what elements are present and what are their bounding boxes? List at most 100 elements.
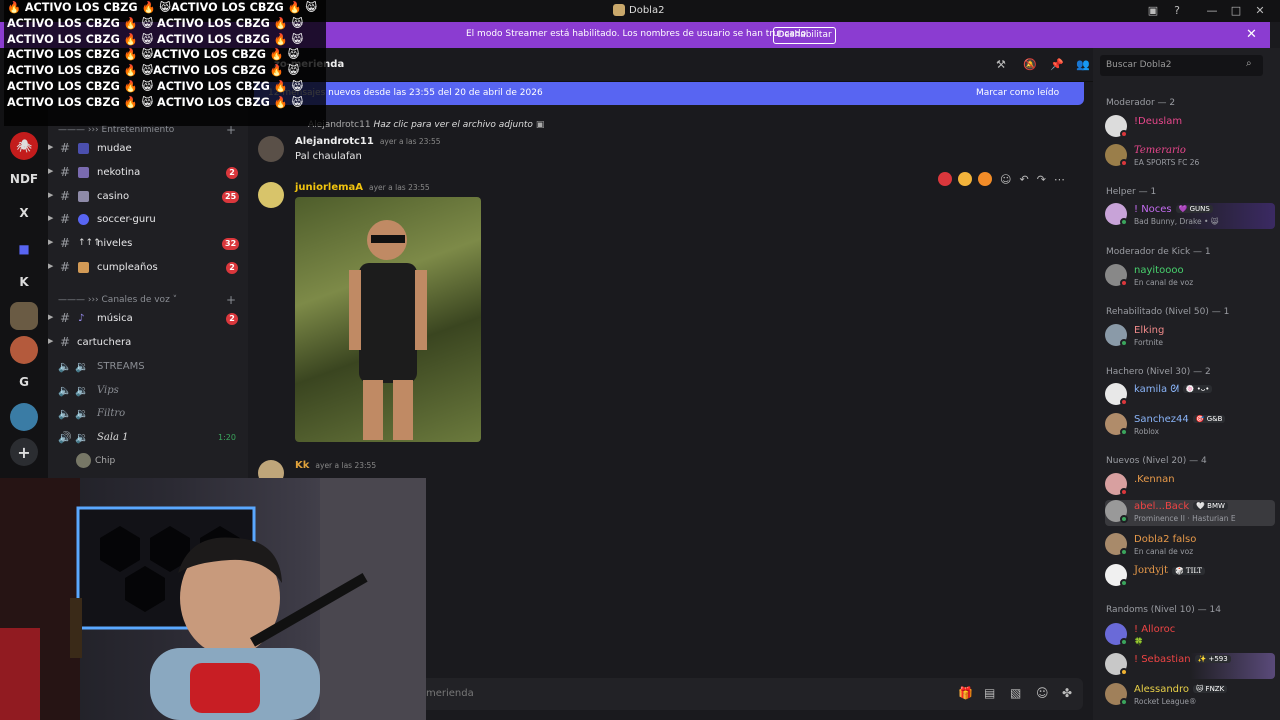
add-reaction-icon[interactable]: ☺ xyxy=(1000,173,1011,186)
pin-icon[interactable]: 📌 xyxy=(1050,58,1064,71)
heart-reaction-icon[interactable] xyxy=(938,172,952,186)
message-author[interactable]: juniorlemaA ayer a las 23:55 xyxy=(295,182,430,193)
channel-label: casino xyxy=(97,191,130,202)
channel-label: cartuchera xyxy=(77,337,132,348)
voice-channel-label: Filtro xyxy=(97,408,126,419)
sticker-icon[interactable]: ▧ xyxy=(1010,686,1021,700)
unread-badge: 2 xyxy=(226,262,238,274)
close-banner-icon[interactable]: ✕ xyxy=(1246,27,1257,42)
group-heading: Helper — 1 xyxy=(1106,187,1157,197)
hash-icon: # xyxy=(60,212,71,226)
timestamp: ayer a las 23:55 xyxy=(379,137,441,146)
member-item[interactable]: Temerario EA SPORTS FC 26 xyxy=(1105,144,1265,170)
more-icon[interactable]: ⋯ xyxy=(1054,173,1065,186)
member-item[interactable]: ! Alloroc 🍀 xyxy=(1105,623,1265,649)
server-avatar-2[interactable] xyxy=(10,336,38,364)
voice-channel-sala-1[interactable]: 🔊 🔉 Sala 1 1:20 xyxy=(48,428,248,448)
member-item[interactable]: Dobla2 falso En canal de voz xyxy=(1105,533,1265,559)
member-tag: 💜 GUNS xyxy=(1175,205,1213,213)
channel-mudae[interactable]: ▶ # mudae xyxy=(48,139,248,159)
voice-user[interactable]: Chip xyxy=(76,453,115,468)
folder-icon[interactable]: ■ xyxy=(10,235,38,263)
author-name: Alejandrotc11 xyxy=(295,136,374,147)
reaction-bar xyxy=(938,172,992,186)
threads-icon[interactable]: ⚒ xyxy=(996,58,1006,71)
channel-soccer-guru[interactable]: ▶ # soccer-guru xyxy=(48,210,248,230)
help-icon[interactable]: ? xyxy=(1170,4,1184,18)
window-title-text: Dobla2 xyxy=(629,4,665,16)
channel-cartuchera[interactable]: ▶ # cartuchera xyxy=(48,333,248,353)
pleading-reaction-icon[interactable] xyxy=(958,172,972,186)
timestamp: ayer a las 23:55 xyxy=(315,461,377,470)
server-x-label: X xyxy=(19,206,29,220)
forward-icon[interactable]: ↷ xyxy=(1037,173,1046,186)
close-window-icon[interactable]: ✕ xyxy=(1253,4,1267,18)
server-spider-icon[interactable]: 🕷 xyxy=(10,132,38,160)
member-item[interactable]: kamila ᘛ 🍥 •ᴗ• xyxy=(1105,383,1265,409)
member-item[interactable]: Alessandro 🐱 FNZK Rocket League® xyxy=(1105,683,1265,709)
maximize-icon[interactable]: □ xyxy=(1229,4,1243,18)
message-author[interactable]: Alejandrotc11 ayer a las 23:55 xyxy=(295,136,441,147)
group-heading: Nuevos (Nivel 20) — 4 xyxy=(1106,456,1207,466)
member-item[interactable]: nayitoooo En canal de voz xyxy=(1105,264,1265,290)
server-ndf[interactable]: NDF xyxy=(10,165,38,193)
search-input[interactable]: Buscar Dobla2 ⌕ xyxy=(1100,55,1263,76)
channel-casino[interactable]: ▶ # casino 25 xyxy=(48,187,248,207)
minimize-icon[interactable]: — xyxy=(1205,4,1219,18)
server-k[interactable]: K xyxy=(10,268,38,296)
reply-icon[interactable]: ↶ xyxy=(1019,173,1028,186)
category-voice[interactable]: ——— ››› Canales de voz ˅ + xyxy=(58,293,236,307)
new-messages-bar[interactable]: 12 mensajes nuevos desde las 23:55 del 2… xyxy=(254,82,1084,105)
channel-musica[interactable]: ▶ # ♪ música 2 xyxy=(48,309,248,329)
speaker-icon: 🔈 🔉 xyxy=(58,360,89,373)
hash-icon: # xyxy=(60,141,71,155)
add-server-icon[interactable]: + xyxy=(10,438,38,466)
message-author[interactable]: Kk ayer a las 23:55 xyxy=(295,460,376,471)
apps-icon[interactable]: ✤ xyxy=(1062,686,1072,700)
member-item[interactable]: abel...Back 🤍 BMW Prominence II · Hasturi… xyxy=(1105,500,1275,526)
channel-header: zo-merienda ⚒ 🔕 📌 👥 xyxy=(248,48,1093,82)
member-item[interactable]: Elking Fortnite xyxy=(1105,324,1265,350)
category-entertainment[interactable]: ——— ››› Entretenimiento + xyxy=(58,123,236,137)
member-item[interactable]: Jordyjt 🎲 TILT xyxy=(1105,564,1265,590)
avatar[interactable] xyxy=(258,136,284,162)
status-dnd-icon xyxy=(1120,130,1128,138)
server-x[interactable]: X xyxy=(10,199,38,227)
ball-icon xyxy=(78,214,89,225)
inbox-icon[interactable]: ▣ xyxy=(1146,4,1160,18)
status-online-icon xyxy=(1120,428,1128,436)
channel-cumpleanos[interactable]: ▶ # cumpleaños 2 xyxy=(48,258,248,278)
member-item[interactable]: ! Sebastian ✨ +593 xyxy=(1105,653,1275,679)
reply-preview[interactable]: Alejandrotc11 Haz clic para ver el archi… xyxy=(308,120,544,130)
avatar[interactable] xyxy=(258,182,284,208)
server-g-label: G xyxy=(19,375,29,389)
member-item[interactable]: Sanchez44 🎯 G&B Roblox xyxy=(1105,413,1265,439)
server-avatar-1[interactable] xyxy=(10,302,38,330)
game-icon xyxy=(78,143,89,154)
speaker-icon: 🔊 🔉 xyxy=(58,431,89,444)
mute-icon[interactable]: 🔕 xyxy=(1023,58,1037,71)
category-voice-label: ——— ››› Canales de voz ˅ xyxy=(58,295,178,305)
gift-icon[interactable]: 🎁 xyxy=(958,686,973,700)
voice-channel-filtro[interactable]: 🔈 🔉 Filtro xyxy=(48,404,248,424)
voice-channel-streams[interactable]: 🔈 🔉 STREAMS xyxy=(48,357,248,377)
member-item[interactable]: .Kennan xyxy=(1105,473,1265,499)
members-icon[interactable]: 👥 xyxy=(1076,58,1090,71)
disable-streamer-button[interactable]: Deshabilitar xyxy=(773,27,836,44)
composer-placeholder: merienda xyxy=(426,688,474,699)
member-item[interactable]: ! Noces 💜 GUNS Bad Bunny, Drake • 😸 xyxy=(1105,203,1275,229)
fire-reaction-icon[interactable] xyxy=(978,172,992,186)
gif-icon[interactable]: ▤ xyxy=(984,686,995,700)
channel-niveles[interactable]: ▶ # ↑↑↑ niveles 32 xyxy=(48,234,248,254)
image-attachment[interactable] xyxy=(295,197,481,442)
voice-channel-vips[interactable]: 🔈 🔉 Vips xyxy=(48,381,248,401)
hash-icon: # xyxy=(60,311,71,325)
server-avatar-3[interactable] xyxy=(10,403,38,431)
channel-nekotina[interactable]: ▶ # nekotina 2 xyxy=(48,163,248,183)
member-item[interactable]: !Deuslam xyxy=(1105,115,1265,141)
mark-read-button[interactable]: Marcar como leído xyxy=(976,88,1059,98)
server-k-label: K xyxy=(19,275,29,289)
add-voice-channel-icon[interactable]: + xyxy=(226,293,236,307)
emoji-icon[interactable]: ☺ xyxy=(1036,686,1049,700)
server-g[interactable]: G xyxy=(10,368,38,396)
